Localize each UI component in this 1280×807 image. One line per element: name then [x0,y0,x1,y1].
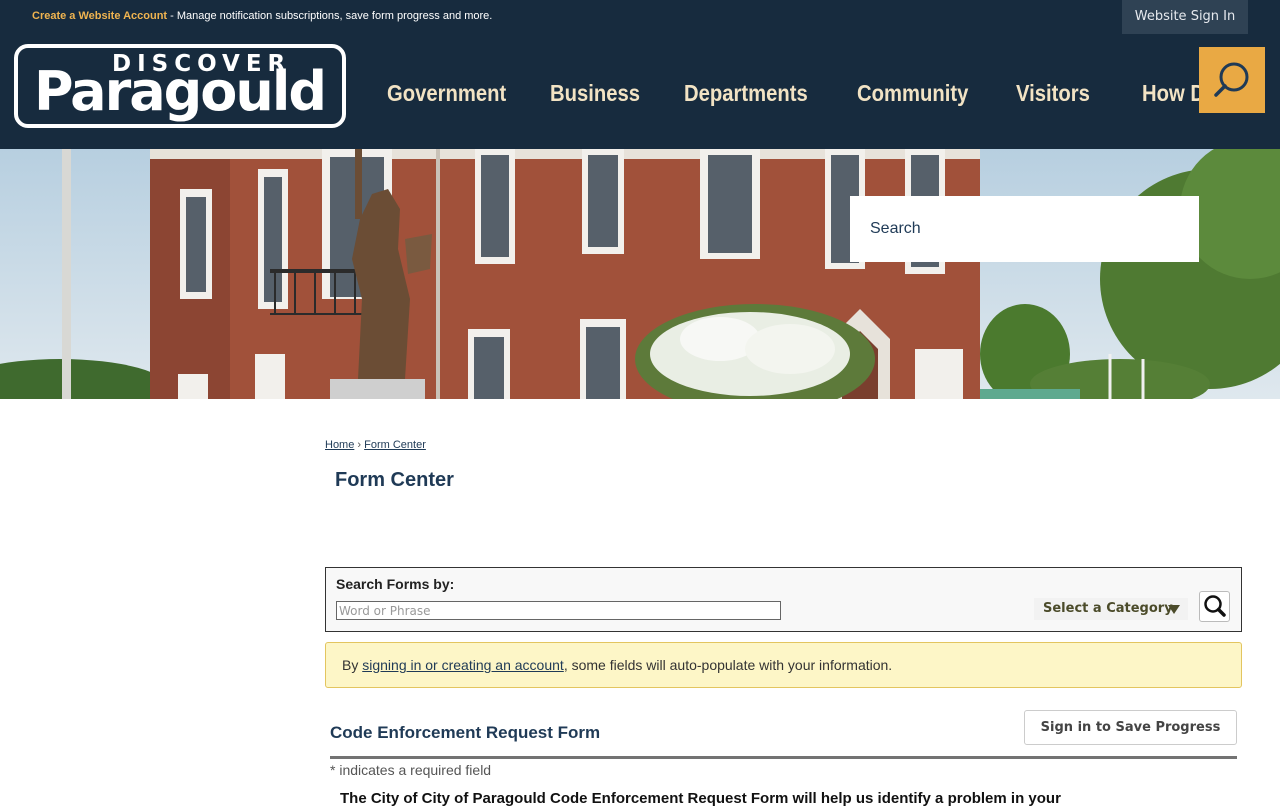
logo-city-name: Paragould [34,60,327,123]
breadcrumb-form-center-link[interactable]: Form Center [364,439,426,451]
breadcrumb-home-link[interactable]: Home [325,439,354,451]
form-search-label: Search Forms by: [336,576,455,592]
notice-prefix: By [342,657,363,673]
form-title: Code Enforcement Request Form [330,723,601,742]
nav-business[interactable]: Business [550,80,640,110]
nav-government[interactable]: Government [387,80,506,110]
form-search-panel: Search Forms by: Select a Category [325,567,1242,632]
create-account-description: - Manage notification subscriptions, sav… [167,10,493,22]
nav-departments[interactable]: Departments [684,80,808,110]
form-search-button[interactable] [1199,591,1230,622]
website-sign-in-button[interactable]: Website Sign In [1122,0,1248,34]
category-select-label: Select a Category [1043,601,1173,616]
autopopulate-notice: By signing in or creating an account, so… [325,642,1242,688]
sign-in-save-progress-button[interactable]: Sign in to Save Progress [1024,710,1237,745]
required-field-note: * indicates a required field [330,762,492,778]
site-search-button[interactable] [1199,47,1265,113]
breadcrumb-separator: › [357,439,362,451]
courthouse-photo [0,149,1280,399]
utility-bar: Create a Website Account - Manage notifi… [0,0,1280,36]
form-search-input[interactable] [336,601,781,620]
category-select[interactable]: Select a Category [1034,598,1188,620]
magnifier-icon [1204,595,1226,617]
form-intro-text: The City of City of Paragould Code Enfor… [340,790,1061,807]
nav-community[interactable]: Community [857,80,968,110]
dropdown-arrow-icon [1168,605,1180,614]
account-notice: Create a Website Account - Manage notifi… [32,10,492,22]
create-account-link[interactable]: Create a Website Account [32,10,167,22]
hero-banner [0,149,1280,399]
breadcrumb: Home › Form Center [325,439,426,451]
nav-visitors[interactable]: Visitors [1016,80,1090,110]
search-icon [1214,62,1249,97]
page-title: Form Center [335,469,454,491]
site-logo[interactable]: DISCOVER Paragould [14,44,346,128]
site-header: DISCOVER Paragould Government Business D… [0,36,1280,149]
notice-suffix: , some fields will auto-populate with yo… [563,657,893,673]
site-search-box [850,196,1199,262]
sign-in-create-account-link[interactable]: signing in or creating an account [362,657,564,673]
form-divider [330,756,1237,759]
site-search-input[interactable] [850,196,1170,262]
